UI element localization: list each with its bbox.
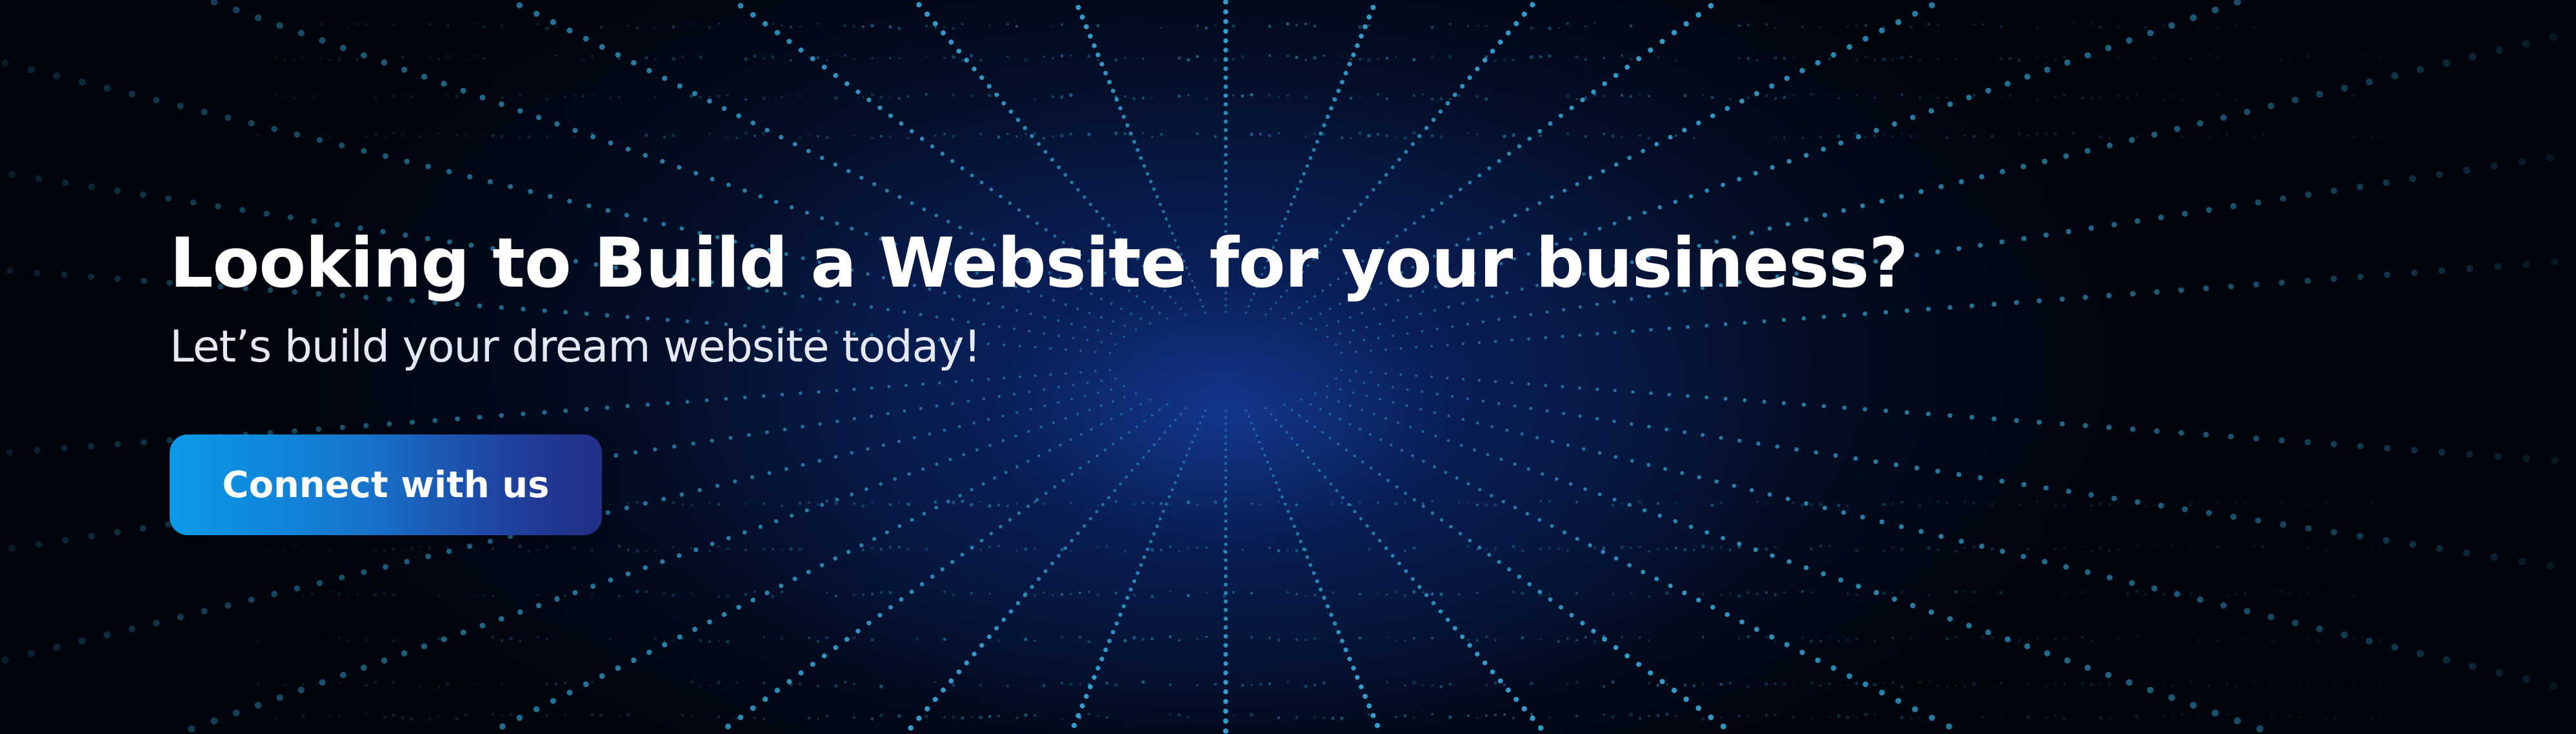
hero-banner: Looking to Build a Website for your busi… [0, 0, 2576, 734]
banner-headline: Looking to Build a Website for your busi… [170, 223, 1908, 303]
banner-content: Looking to Build a Website for your busi… [170, 219, 1976, 535]
banner-subheadline: Let’s build your dream website today! [170, 321, 981, 372]
connect-with-us-button[interactable]: Connect with us [170, 434, 602, 535]
